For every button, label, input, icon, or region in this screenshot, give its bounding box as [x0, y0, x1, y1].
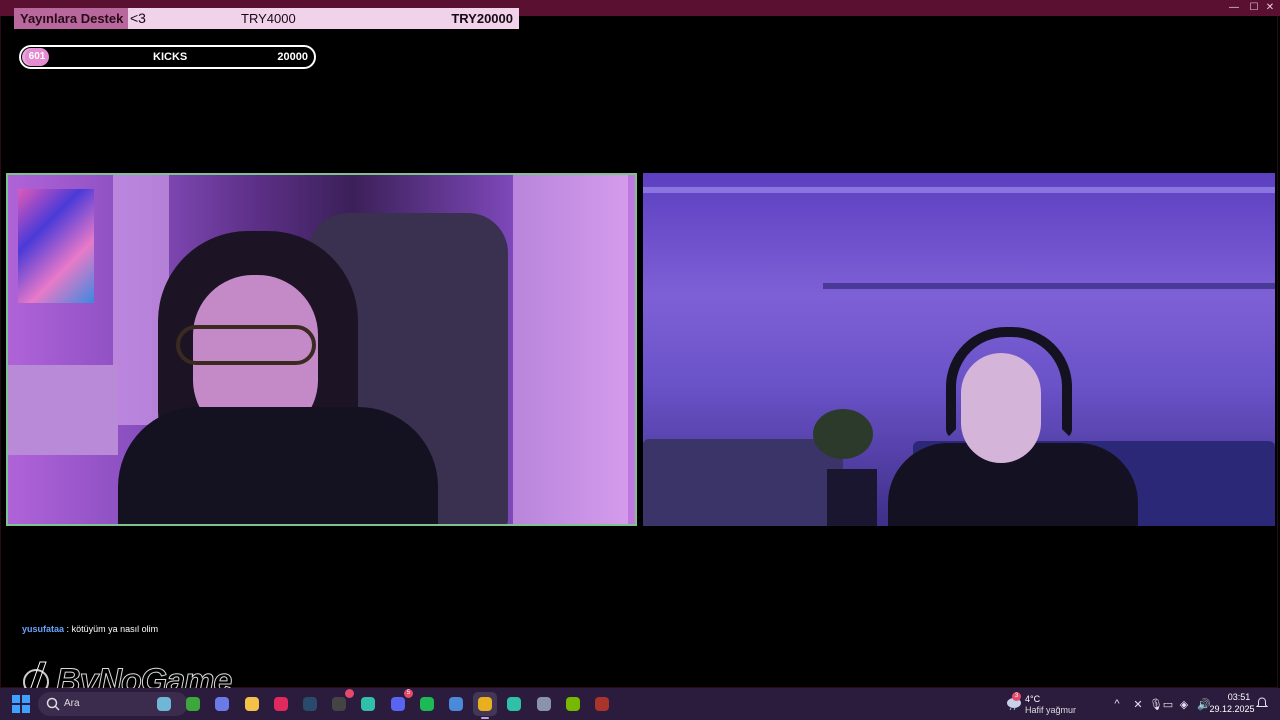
tray-overflow-chevron-icon[interactable]: ^	[1109, 696, 1125, 712]
maximize-button[interactable]: ☐	[1246, 1, 1262, 15]
notification-bell-icon[interactable]	[1256, 697, 1268, 709]
taskbar: Ara 5 3 4°C Hafif yağmur ^ ✕ 🎙 ▭ ◈ 🔊 03:…	[0, 688, 1280, 720]
person-left-hoodie	[118, 407, 438, 524]
weather-description: Hafif yağmur	[1025, 705, 1077, 715]
clock-date[interactable]: 29.12.2025	[1209, 704, 1255, 714]
tray-mute-icon[interactable]: ✕	[1130, 696, 1146, 712]
spotify-app-glyph	[420, 697, 434, 711]
widget-app-glyph	[157, 697, 171, 711]
donation-goal-bar: Yayınlara Destek <3 TRY4000 TRY20000	[14, 8, 519, 29]
opera-gx-app-glyph	[274, 697, 288, 711]
winrar-app-icon[interactable]	[590, 692, 614, 716]
webcam-right-feed	[643, 173, 1275, 526]
close-button[interactable]: ✕	[1262, 1, 1278, 15]
sofa-left	[643, 439, 843, 526]
chat-separator: :	[66, 624, 70, 634]
network-app-icon[interactable]	[444, 692, 468, 716]
copilot-app-icon[interactable]	[210, 692, 234, 716]
steam-app-glyph	[303, 697, 317, 711]
donation-target-amount: TRY20000	[451, 11, 513, 26]
nvidia-app-glyph	[566, 697, 580, 711]
weather-temperature: 4°C	[1025, 694, 1041, 704]
obs-app-icon[interactable]	[327, 689, 354, 716]
terminal-app-glyph	[361, 697, 375, 711]
donation-current-amount: TRY4000	[241, 11, 296, 26]
file-explorer-app-glyph	[245, 697, 259, 711]
terminal-app-icon[interactable]	[356, 692, 380, 716]
discord-app-badge: 5	[404, 689, 413, 698]
weather-widget[interactable]: 3 4°C Hafif yağmur	[1004, 692, 1094, 716]
discord-app-glyph	[391, 697, 405, 711]
network-app-glyph	[449, 697, 463, 711]
minimize-button[interactable]: —	[1226, 1, 1242, 15]
winrar-app-glyph	[595, 697, 609, 711]
steam-app-icon[interactable]	[298, 692, 322, 716]
donation-goal-title: Yayınlara Destek	[14, 8, 128, 29]
chrome-app-glyph	[478, 697, 492, 711]
display-icon[interactable]: ▭	[1160, 696, 1176, 712]
search-icon	[46, 697, 60, 711]
opera-gx-app-icon[interactable]	[269, 692, 293, 716]
webcam-left-feed	[6, 173, 637, 526]
ceiling-molding	[643, 187, 1275, 193]
poster-collage	[18, 189, 94, 303]
obs-app-glyph	[332, 697, 346, 711]
wall-stripe	[823, 283, 1275, 289]
kicks-label: KICKS	[153, 51, 188, 63]
desk-drawer	[8, 365, 118, 455]
discord-app-icon[interactable]: 5	[386, 689, 413, 716]
headphones	[946, 327, 1072, 439]
kicks-goal-pill: 601 KICKS 20000	[19, 45, 316, 69]
chrome-app-icon[interactable]	[473, 692, 497, 719]
settings-app-glyph	[537, 697, 551, 711]
chat-text: kötüyüm ya nasıl olim	[71, 624, 159, 634]
right-bookshelf	[513, 175, 628, 524]
network-icon[interactable]: ◈	[1176, 696, 1192, 712]
search-placeholder: Ara	[64, 698, 80, 709]
xbox-app-glyph	[186, 697, 200, 711]
file-explorer-app-icon[interactable]	[240, 692, 264, 716]
windows-start-icon[interactable]	[12, 695, 30, 713]
settings-app-icon[interactable]	[532, 692, 556, 716]
plant	[813, 409, 873, 459]
obs-app-badge	[345, 689, 354, 698]
xbox-app-icon[interactable]	[181, 692, 205, 716]
donation-heart-text: <3	[130, 10, 146, 26]
glasses	[176, 325, 316, 365]
kick-app-glyph	[507, 697, 521, 711]
kick-app-icon[interactable]	[502, 692, 526, 716]
weather-alert-badge: 3	[1012, 692, 1021, 701]
chat-username: yusufataa	[22, 624, 65, 634]
copilot-app-glyph	[215, 697, 229, 711]
spotify-app-icon[interactable]	[415, 692, 439, 716]
chat-message: yusufataa : kötüyüm ya nasıl olim	[22, 623, 158, 635]
side-table	[827, 469, 877, 526]
kicks-count-badge: 601	[25, 48, 49, 66]
kicks-target: 20000	[277, 51, 308, 63]
chrome-app-active-indicator	[481, 717, 489, 719]
widget-app-icon[interactable]	[152, 692, 176, 716]
nvidia-app-icon[interactable]	[561, 692, 585, 716]
